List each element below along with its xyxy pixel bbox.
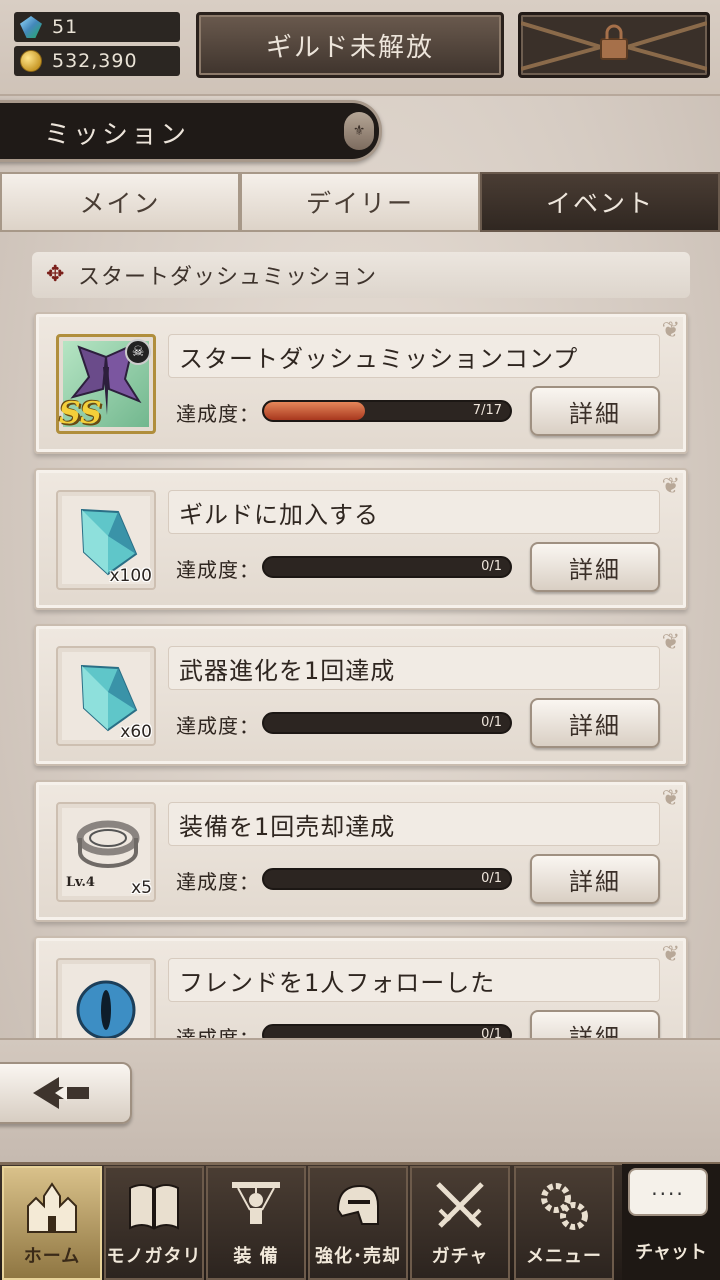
puppet-icon: [232, 1182, 280, 1224]
reward-thumbnail[interactable]: [56, 958, 156, 1038]
chat-bubble-icon: ....: [628, 1168, 708, 1216]
progress-bar: 0/1: [262, 1024, 512, 1038]
mission-title: ギルドに加入する: [168, 490, 660, 534]
swords-icon: [436, 1182, 484, 1228]
detail-button[interactable]: 詳細: [530, 698, 660, 748]
mission-list[interactable]: ❦ ☠ SS スタートダッシュミッションコンプ 達成度： 7/17 詳細 ❦ x…: [0, 312, 720, 1038]
reward-quantity: x5: [131, 878, 152, 898]
nav-menu[interactable]: メニュー: [514, 1166, 614, 1280]
progress-bar: 0/1: [262, 556, 512, 578]
reward-quantity: x60: [120, 722, 152, 742]
nav-gacha[interactable]: ガチャ: [410, 1166, 510, 1280]
tab-daily[interactable]: デイリー: [240, 172, 480, 232]
detail-button[interactable]: 詳細: [530, 542, 660, 592]
progress-count: 7/17: [472, 403, 502, 418]
progress-fill: [264, 402, 366, 420]
mission-card: ❦ フレンドを1人フォローした 達成度： 0/1 詳細: [34, 936, 688, 1038]
nav-upgrade-sell[interactable]: 強化･売却: [308, 1166, 408, 1280]
detail-button[interactable]: 詳細: [530, 386, 660, 436]
locked-chest-button[interactable]: [518, 12, 710, 78]
nav-equip[interactable]: 装 備: [206, 1166, 306, 1280]
nav-label: モノガタリ: [106, 1246, 202, 1267]
corner-ornament-icon: ❦: [661, 630, 680, 655]
mission-card: ❦ Lv.4 x5 装備を1回売却達成 達成度： 0/1 詳細: [34, 780, 688, 922]
reward-quantity: x100: [109, 566, 152, 586]
progress-count: 0/1: [481, 715, 502, 730]
back-arrow-icon: [33, 1077, 89, 1109]
nav-label: 装 備: [233, 1246, 279, 1267]
coin-icon: [20, 50, 42, 72]
rarity-badge: SS: [59, 396, 102, 431]
header-ornament-icon: ⚜: [344, 112, 374, 150]
progress-count: 0/1: [481, 1027, 502, 1038]
progress-count: 0/1: [481, 871, 502, 886]
progress-bar: 7/17: [262, 400, 512, 422]
mission-card: ❦ x60 武器進化を1回達成 達成度： 0/1 詳細: [34, 624, 688, 766]
reward-thumbnail[interactable]: ☠ SS: [56, 334, 156, 434]
progress-label: 達成度：: [176, 1026, 260, 1038]
nav-label: 強化･売却: [315, 1246, 401, 1267]
progress-count: 0/1: [481, 559, 502, 574]
book-icon: [129, 1184, 179, 1230]
nav-story[interactable]: モノガタリ: [104, 1166, 204, 1280]
nav-label: ガチャ: [431, 1246, 489, 1267]
detail-button[interactable]: 詳細: [530, 854, 660, 904]
guild-locked-button[interactable]: ギルド未解放: [196, 12, 504, 78]
reward-level: Lv.4: [66, 875, 95, 890]
eye-orb-icon: [76, 980, 136, 1038]
mission-title: 武器進化を1回達成: [168, 646, 660, 690]
progress-label: 達成度：: [176, 714, 260, 738]
mission-title: フレンドを1人フォローした: [168, 958, 660, 1002]
section-title: スタートダッシュミッション: [78, 265, 378, 290]
corner-ornament-icon: ❦: [661, 942, 680, 967]
nav-label: メニュー: [526, 1246, 602, 1267]
gem-icon: [20, 16, 42, 38]
corner-ornament-icon: ❦: [661, 786, 680, 811]
section-header: ✥ スタートダッシュミッション: [32, 252, 690, 298]
chain-lock-icon: [521, 21, 707, 71]
progress-label: 達成度：: [176, 402, 260, 426]
nav-home[interactable]: ホーム: [2, 1166, 102, 1280]
mission-title: スタートダッシュミッションコンプ: [168, 334, 660, 378]
back-button[interactable]: [0, 1062, 132, 1124]
progress-bar: 0/1: [262, 868, 512, 890]
detail-button[interactable]: 詳細: [530, 1010, 660, 1038]
nav-label: ホーム: [23, 1246, 81, 1267]
gears-icon: [541, 1183, 588, 1230]
coin-count: 532,390: [52, 50, 138, 72]
cross-ornament-icon: ✥: [46, 262, 66, 287]
progress-bar: 0/1: [262, 712, 512, 734]
reward-thumbnail[interactable]: Lv.4 x5: [56, 802, 156, 902]
castle-icon: [27, 1182, 77, 1233]
tab-event[interactable]: イベント: [480, 172, 720, 232]
corner-ornament-icon: ❦: [661, 318, 680, 343]
chat-label: チャット: [635, 1242, 707, 1263]
helmet-icon: [336, 1184, 379, 1225]
gem-counter: 51: [14, 12, 180, 42]
page-title: ミッション: [44, 120, 190, 150]
gem-count: 51: [52, 16, 79, 38]
corner-ornament-icon: ❦: [661, 474, 680, 499]
skull-icon: ☠: [125, 339, 151, 365]
mission-card: ❦ x100 ギルドに加入する 達成度： 0/1 詳細: [34, 468, 688, 610]
mission-title: 装備を1回売却達成: [168, 802, 660, 846]
mission-card: ❦ ☠ SS スタートダッシュミッションコンプ 達成度： 7/17 詳細: [34, 312, 688, 454]
reward-thumbnail[interactable]: x60: [56, 646, 156, 746]
tab-main[interactable]: メイン: [0, 172, 240, 232]
reward-thumbnail[interactable]: x100: [56, 490, 156, 590]
coin-counter: 532,390: [14, 46, 180, 76]
progress-label: 達成度：: [176, 558, 260, 582]
progress-label: 達成度：: [176, 870, 260, 894]
